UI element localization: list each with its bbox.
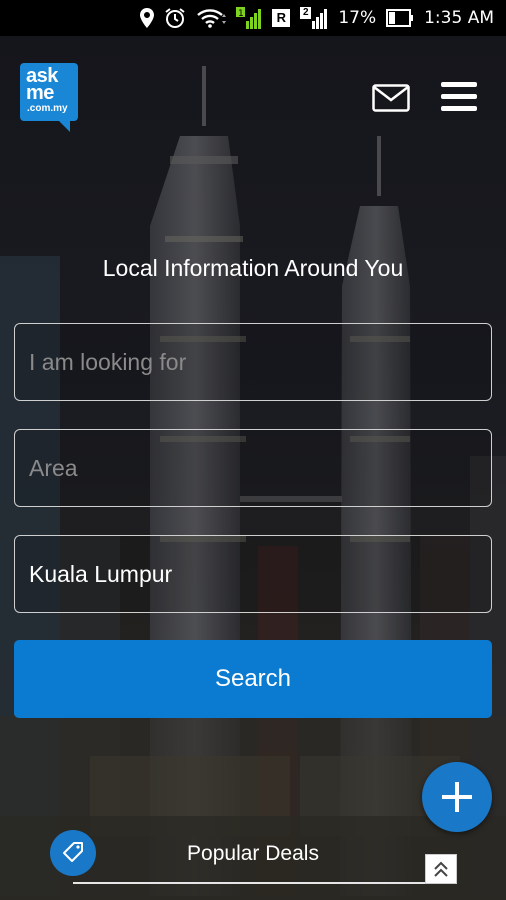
- looking-for-input[interactable]: [29, 348, 491, 376]
- logo-line3: .com.my: [27, 103, 68, 114]
- battery-percent: 17%: [338, 8, 377, 28]
- expand-deals-button[interactable]: [425, 854, 457, 884]
- search-button[interactable]: Search: [14, 640, 492, 718]
- wifi-icon: [196, 8, 227, 28]
- looking-for-field[interactable]: [14, 323, 492, 401]
- area-input[interactable]: [29, 454, 491, 482]
- roaming-label: R: [272, 9, 291, 27]
- status-bar: 1 R 2 17% 1:35 AM: [0, 0, 506, 36]
- sim-2-label: 2: [300, 7, 312, 19]
- popular-deals-bar: Popular Deals: [0, 830, 506, 900]
- city-value: Kuala Lumpur: [29, 560, 173, 587]
- signal-2-icon: 2: [300, 7, 328, 29]
- add-fab-button[interactable]: [422, 762, 492, 832]
- menu-icon[interactable]: [440, 80, 478, 114]
- roaming-badge: R: [272, 9, 291, 27]
- plus-icon: [442, 782, 472, 812]
- page-title: Local Information Around You: [102, 255, 404, 281]
- area-field[interactable]: [14, 429, 492, 507]
- app-header: ask me .com.my: [0, 36, 506, 136]
- clock: 1:35 AM: [424, 8, 494, 28]
- location-icon: [140, 8, 155, 28]
- askme-logo[interactable]: ask me .com.my: [20, 63, 78, 133]
- logo-line2: me: [26, 82, 54, 104]
- mail-icon[interactable]: [372, 84, 410, 112]
- svg-text:1: 1: [238, 9, 244, 19]
- logo-tail: [58, 120, 70, 132]
- signal-1-icon: 1: [236, 7, 262, 29]
- city-field[interactable]: Kuala Lumpur: [14, 535, 492, 613]
- double-chevron-up-icon: [434, 861, 448, 877]
- deals-divider: [73, 882, 456, 884]
- battery-icon: [386, 9, 414, 27]
- alarm-icon: [164, 7, 186, 29]
